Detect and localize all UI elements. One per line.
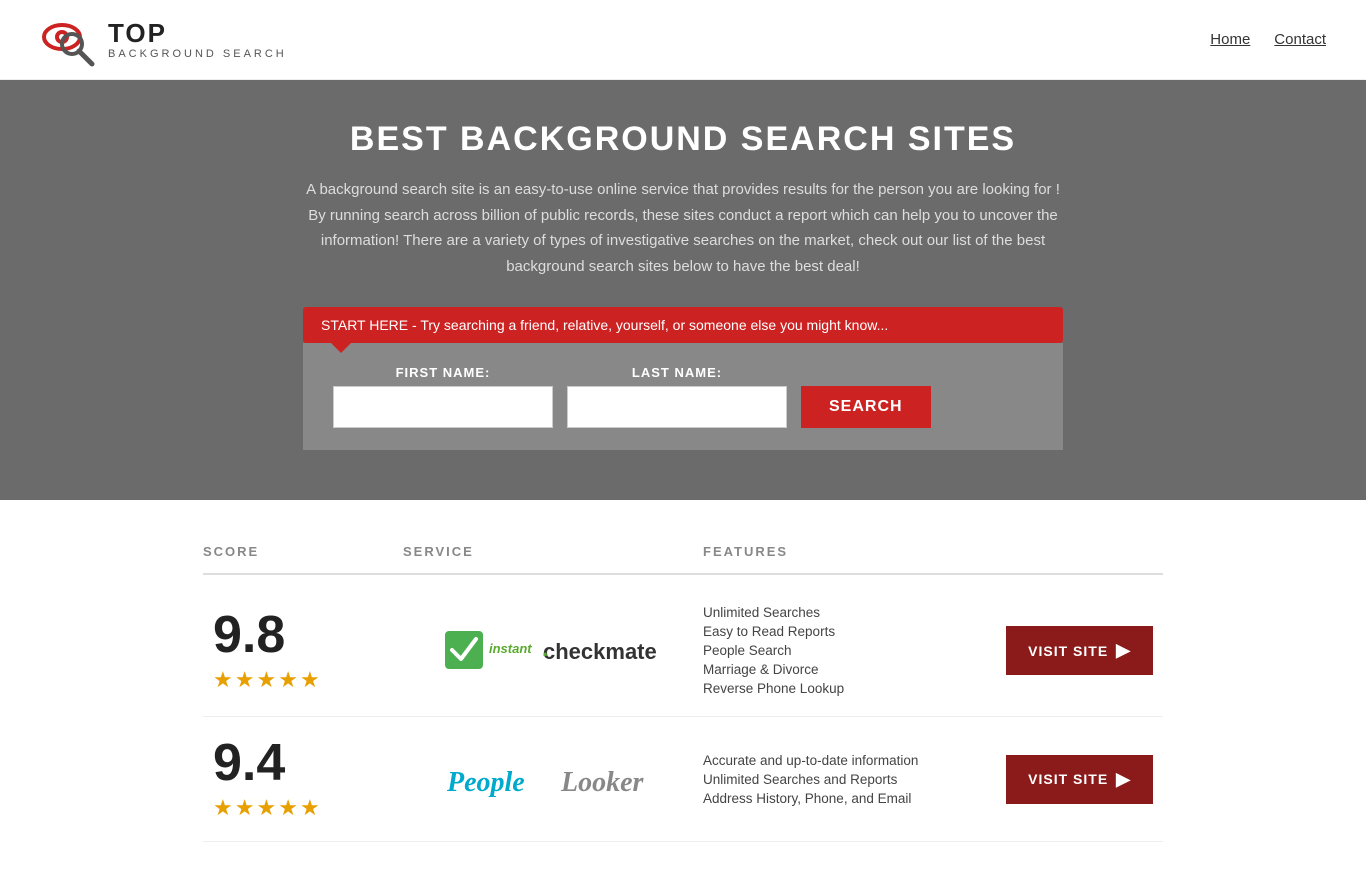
hero-title: BEST BACKGROUND SEARCH SITES <box>20 120 1346 159</box>
first-name-field: FIRST NAME: <box>333 365 553 428</box>
feature-item: Address History, Phone, and Email <box>703 791 1003 806</box>
last-name-input[interactable] <box>567 386 787 428</box>
search-button[interactable]: SEARCH <box>801 386 931 428</box>
last-name-field: LAST NAME: <box>567 365 787 428</box>
peoplelooker-logo: People Looker <box>443 749 663 809</box>
feature-item: Easy to Read Reports <box>703 624 1003 639</box>
visit-site-button-1[interactable]: VISIT SITE ▶ <box>1006 626 1153 675</box>
star-1: ★ <box>213 667 233 693</box>
site-header: TOP BACKGROUND SEARCH Home Contact <box>0 0 1366 80</box>
feature-item: Unlimited Searches <box>703 605 1003 620</box>
feature-item: Marriage & Divorce <box>703 662 1003 677</box>
search-callout: START HERE - Try searching a friend, rel… <box>303 307 1063 343</box>
logo-icon <box>40 12 100 67</box>
score-cell-1: 9.8 ★ ★ ★ ★ ★ <box>203 609 403 693</box>
service-cell-1: instant checkmate . <box>403 621 703 681</box>
visit-site-button-2[interactable]: VISIT SITE ▶ <box>1006 755 1153 804</box>
feature-item: Accurate and up-to-date information <box>703 753 1003 768</box>
first-name-label: FIRST NAME: <box>333 365 553 380</box>
svg-text:People: People <box>446 767 525 798</box>
search-banner: START HERE - Try searching a friend, rel… <box>303 307 1063 450</box>
search-box: FIRST NAME: LAST NAME: SEARCH <box>303 343 1063 450</box>
features-header: FEATURES <box>703 544 1163 559</box>
table-header: SCORE SERVICE FEATURES <box>203 530 1163 575</box>
star-5: ★ <box>300 795 320 821</box>
results-table: SCORE SERVICE FEATURES 9.8 ★ ★ ★ ★ ★ ins… <box>183 530 1183 842</box>
feature-item: People Search <box>703 643 1003 658</box>
stars-1: ★ ★ ★ ★ ★ <box>213 667 320 693</box>
last-name-label: LAST NAME: <box>567 365 787 380</box>
star-2: ★ <box>235 667 255 693</box>
star-4: ★ <box>278 795 298 821</box>
hero-section: BEST BACKGROUND SEARCH SITES A backgroun… <box>0 80 1366 500</box>
service-cell-2: People Looker <box>403 749 703 809</box>
logo-bottom-text: BACKGROUND SEARCH <box>108 48 287 60</box>
score-header: SCORE <box>203 544 403 559</box>
star-3: ★ <box>256 667 276 693</box>
score-number-2: 9.4 <box>213 737 285 789</box>
feature-item: Reverse Phone Lookup <box>703 681 1003 696</box>
features-cell-1: Unlimited Searches Easy to Read Reports … <box>703 605 1003 696</box>
main-nav: Home Contact <box>1210 31 1326 48</box>
svg-text:checkmate: checkmate <box>543 639 657 664</box>
feature-item: Unlimited Searches and Reports <box>703 772 1003 787</box>
features-cell-2: Accurate and up-to-date information Unli… <box>703 753 1003 806</box>
svg-text:.: . <box>542 636 548 661</box>
nav-home[interactable]: Home <box>1210 31 1250 48</box>
stars-2: ★ ★ ★ ★ ★ <box>213 795 320 821</box>
nav-contact[interactable]: Contact <box>1274 31 1326 48</box>
hero-description: A background search site is an easy-to-u… <box>303 177 1063 279</box>
star-4: ★ <box>278 667 298 693</box>
checkmate-logo: instant checkmate . <box>443 621 663 681</box>
score-number-1: 9.8 <box>213 609 285 661</box>
logo: TOP BACKGROUND SEARCH <box>40 12 287 67</box>
svg-text:instant: instant <box>489 641 532 656</box>
table-row: 9.4 ★ ★ ★ ★ ★ People Looker Accurate and… <box>203 717 1163 842</box>
star-1: ★ <box>213 795 233 821</box>
table-row: 9.8 ★ ★ ★ ★ ★ instant checkmate . <box>203 585 1163 717</box>
visit-cell-1: VISIT SITE ▶ <box>1003 626 1163 675</box>
score-cell-2: 9.4 ★ ★ ★ ★ ★ <box>203 737 403 821</box>
visit-arrow-icon: ▶ <box>1116 640 1131 661</box>
star-3: ★ <box>256 795 276 821</box>
logo-top-text: TOP <box>108 19 287 48</box>
visit-cell-2: VISIT SITE ▶ <box>1003 755 1163 804</box>
star-2: ★ <box>235 795 255 821</box>
first-name-input[interactable] <box>333 386 553 428</box>
visit-arrow-icon: ▶ <box>1116 769 1131 790</box>
service-header: SERVICE <box>403 544 703 559</box>
star-5: ★ <box>300 667 320 693</box>
svg-text:Looker: Looker <box>560 767 645 798</box>
logo-text: TOP BACKGROUND SEARCH <box>108 19 287 60</box>
